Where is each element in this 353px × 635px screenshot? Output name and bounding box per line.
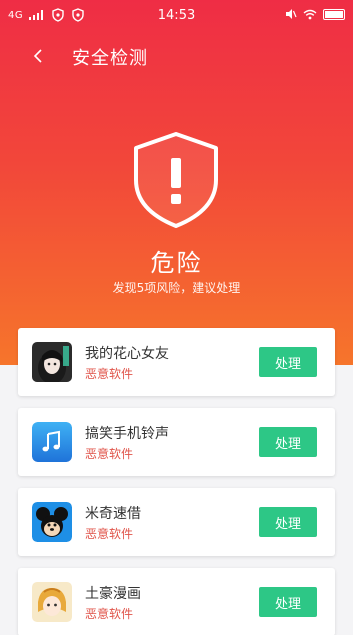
page-title: 安全检测 xyxy=(72,48,148,69)
music-note-app-icon xyxy=(32,422,72,462)
danger-status-subtitle: 发现5项风险，建议处理 xyxy=(112,281,241,295)
comic-app-icon xyxy=(32,582,72,622)
mickey-app-icon xyxy=(32,502,72,542)
list-item: 搞笑手机铃声 恶意软件 处理 xyxy=(18,408,335,476)
anime-girl-app-icon xyxy=(32,342,72,382)
back-button[interactable] xyxy=(24,42,52,70)
risk-tag: 恶意软件 xyxy=(85,367,134,381)
list-item: 土豪漫画 恶意软件 处理 xyxy=(18,568,335,635)
app-name: 土豪漫画 xyxy=(85,586,141,602)
app-name: 米奇速借 xyxy=(85,506,141,522)
risk-tag: 恶意软件 xyxy=(85,527,134,541)
risk-tag: 恶意软件 xyxy=(85,447,134,461)
nav-bar: 安全检测 xyxy=(0,38,353,74)
list-item: 米奇速借 恶意软件 处理 xyxy=(18,488,335,556)
mute-icon xyxy=(286,9,297,19)
list-item: 我的花心女友 恶意软件 处理 xyxy=(18,328,335,396)
handle-button[interactable]: 处理 xyxy=(259,507,317,537)
status-right xyxy=(285,8,345,20)
app-name: 我的花心女友 xyxy=(85,346,169,362)
risk-tag: 恶意软件 xyxy=(85,607,134,621)
app-name: 搞笑手机铃声 xyxy=(85,426,169,442)
chevron-left-icon xyxy=(33,49,42,63)
handle-button[interactable]: 处理 xyxy=(259,347,317,377)
handle-button[interactable]: 处理 xyxy=(259,427,317,457)
wifi-icon xyxy=(303,9,317,19)
shield-exclamation-icon xyxy=(130,130,222,230)
handle-button[interactable]: 处理 xyxy=(259,587,317,617)
status-bar: 4G 14:53 xyxy=(0,0,353,30)
battery-icon xyxy=(323,8,345,20)
danger-status-title: 危险 xyxy=(150,249,203,277)
